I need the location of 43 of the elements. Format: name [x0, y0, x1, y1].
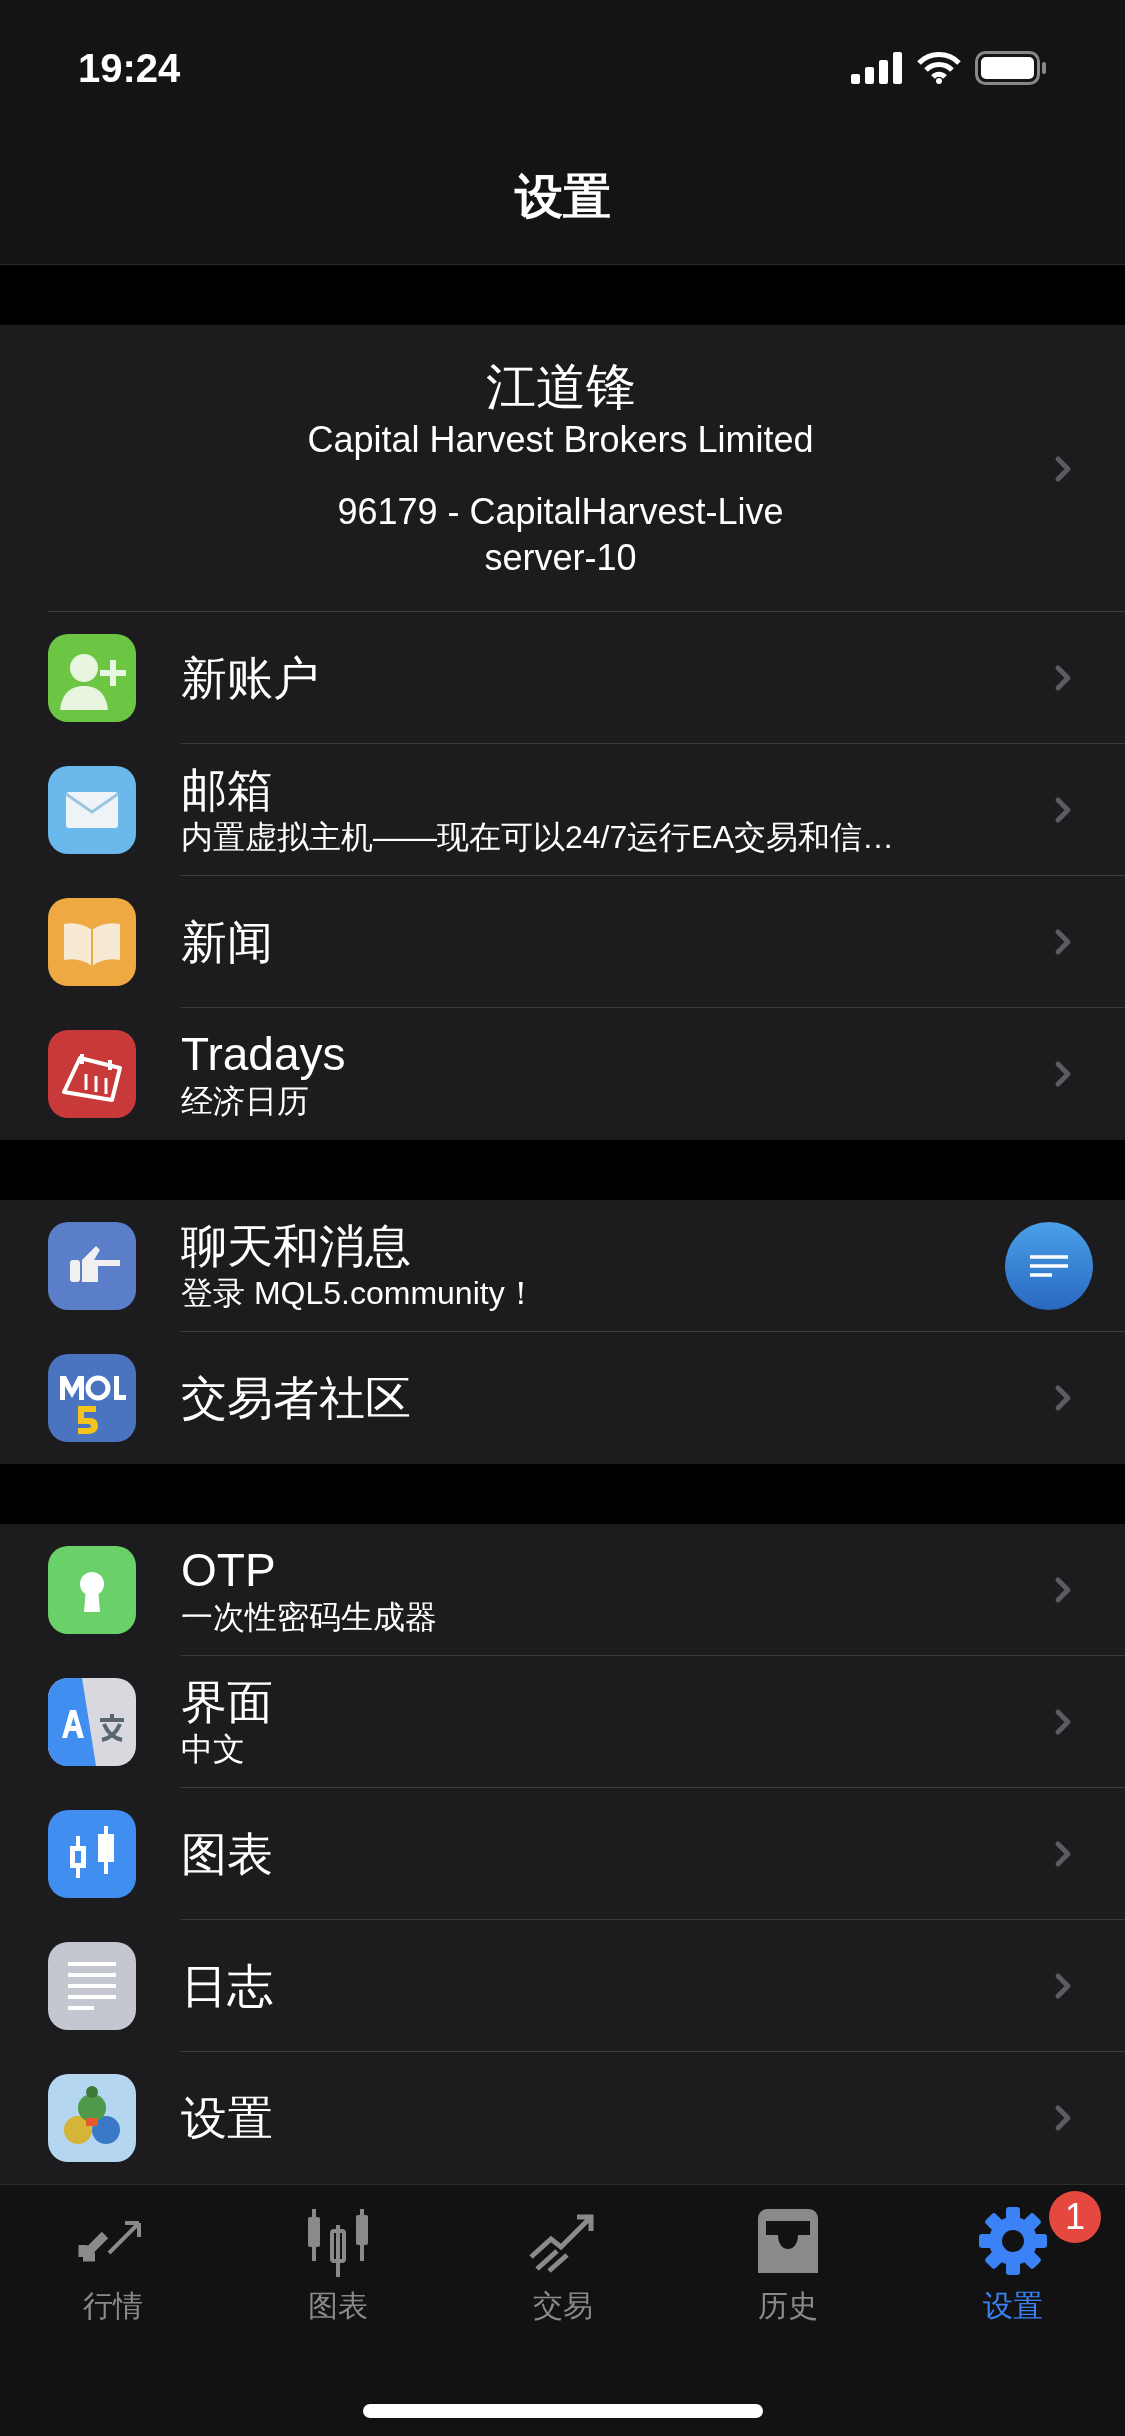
- server-name: server-10: [484, 535, 637, 580]
- pointing-hand-icon: [48, 1222, 136, 1310]
- broker-name: Capital Harvest Brokers Limited: [307, 417, 814, 462]
- signal-icon: [851, 52, 903, 84]
- account-login: 96179 - CapitalHarvest-Live: [337, 489, 784, 534]
- row-title: 新账户: [181, 650, 320, 705]
- row-subtitle: 登录 MQL5.community！: [181, 1273, 538, 1313]
- tab-item[interactable]: 行情: [0, 2191, 225, 2328]
- book-icon: [48, 898, 136, 986]
- row-title: 聊天和消息: [181, 1218, 412, 1273]
- wifi-icon: [917, 52, 961, 84]
- mql-logo-icon: [48, 1354, 136, 1442]
- row-title: 设置: [181, 2091, 274, 2145]
- battery-icon: [975, 51, 1047, 85]
- tab-item[interactable]: 历史: [675, 2191, 900, 2328]
- tab-item[interactable]: 图表: [225, 2191, 450, 2328]
- row-title: 交易者社区: [181, 1371, 412, 1425]
- page-title: 设置: [514, 169, 611, 225]
- notification-badge: 1: [1049, 2191, 1101, 2243]
- row-title: 日志: [181, 1958, 274, 2013]
- row-title: 新闻: [181, 914, 274, 969]
- row-title: 界面: [181, 1674, 274, 1729]
- text-lines-icon: [48, 1942, 136, 2030]
- text-lines-icon: [1030, 1254, 1068, 1277]
- calendar-icon: [48, 1030, 136, 1118]
- row-title: OTP: [181, 1542, 277, 1597]
- row-subtitle: 经济日历: [181, 1082, 310, 1121]
- status-time: 19:24: [78, 45, 181, 92]
- tab-item[interactable]: 设置 1: [900, 2191, 1125, 2328]
- keyhole-icon: [48, 1546, 136, 1634]
- row-subtitle: 一次性密码生成器: [181, 1597, 438, 1637]
- translate-icon: [48, 1678, 136, 1766]
- account-name: 江道锋: [485, 357, 636, 417]
- row-subtitle: 内置虚拟主机——现在可以24/7运行EA交易和信…: [181, 817, 895, 857]
- row-title: 邮箱: [181, 762, 274, 817]
- candlestick-icon: [48, 1810, 136, 1898]
- envelope-icon: [48, 766, 136, 854]
- add-person-icon: [48, 634, 136, 722]
- figures-logo-icon: [48, 2074, 136, 2162]
- row-subtitle: 中文: [181, 1729, 246, 1769]
- row-title: Tradays: [181, 1027, 347, 1081]
- row-title: 图表: [181, 1826, 274, 1881]
- tab-item[interactable]: 交易: [450, 2191, 675, 2328]
